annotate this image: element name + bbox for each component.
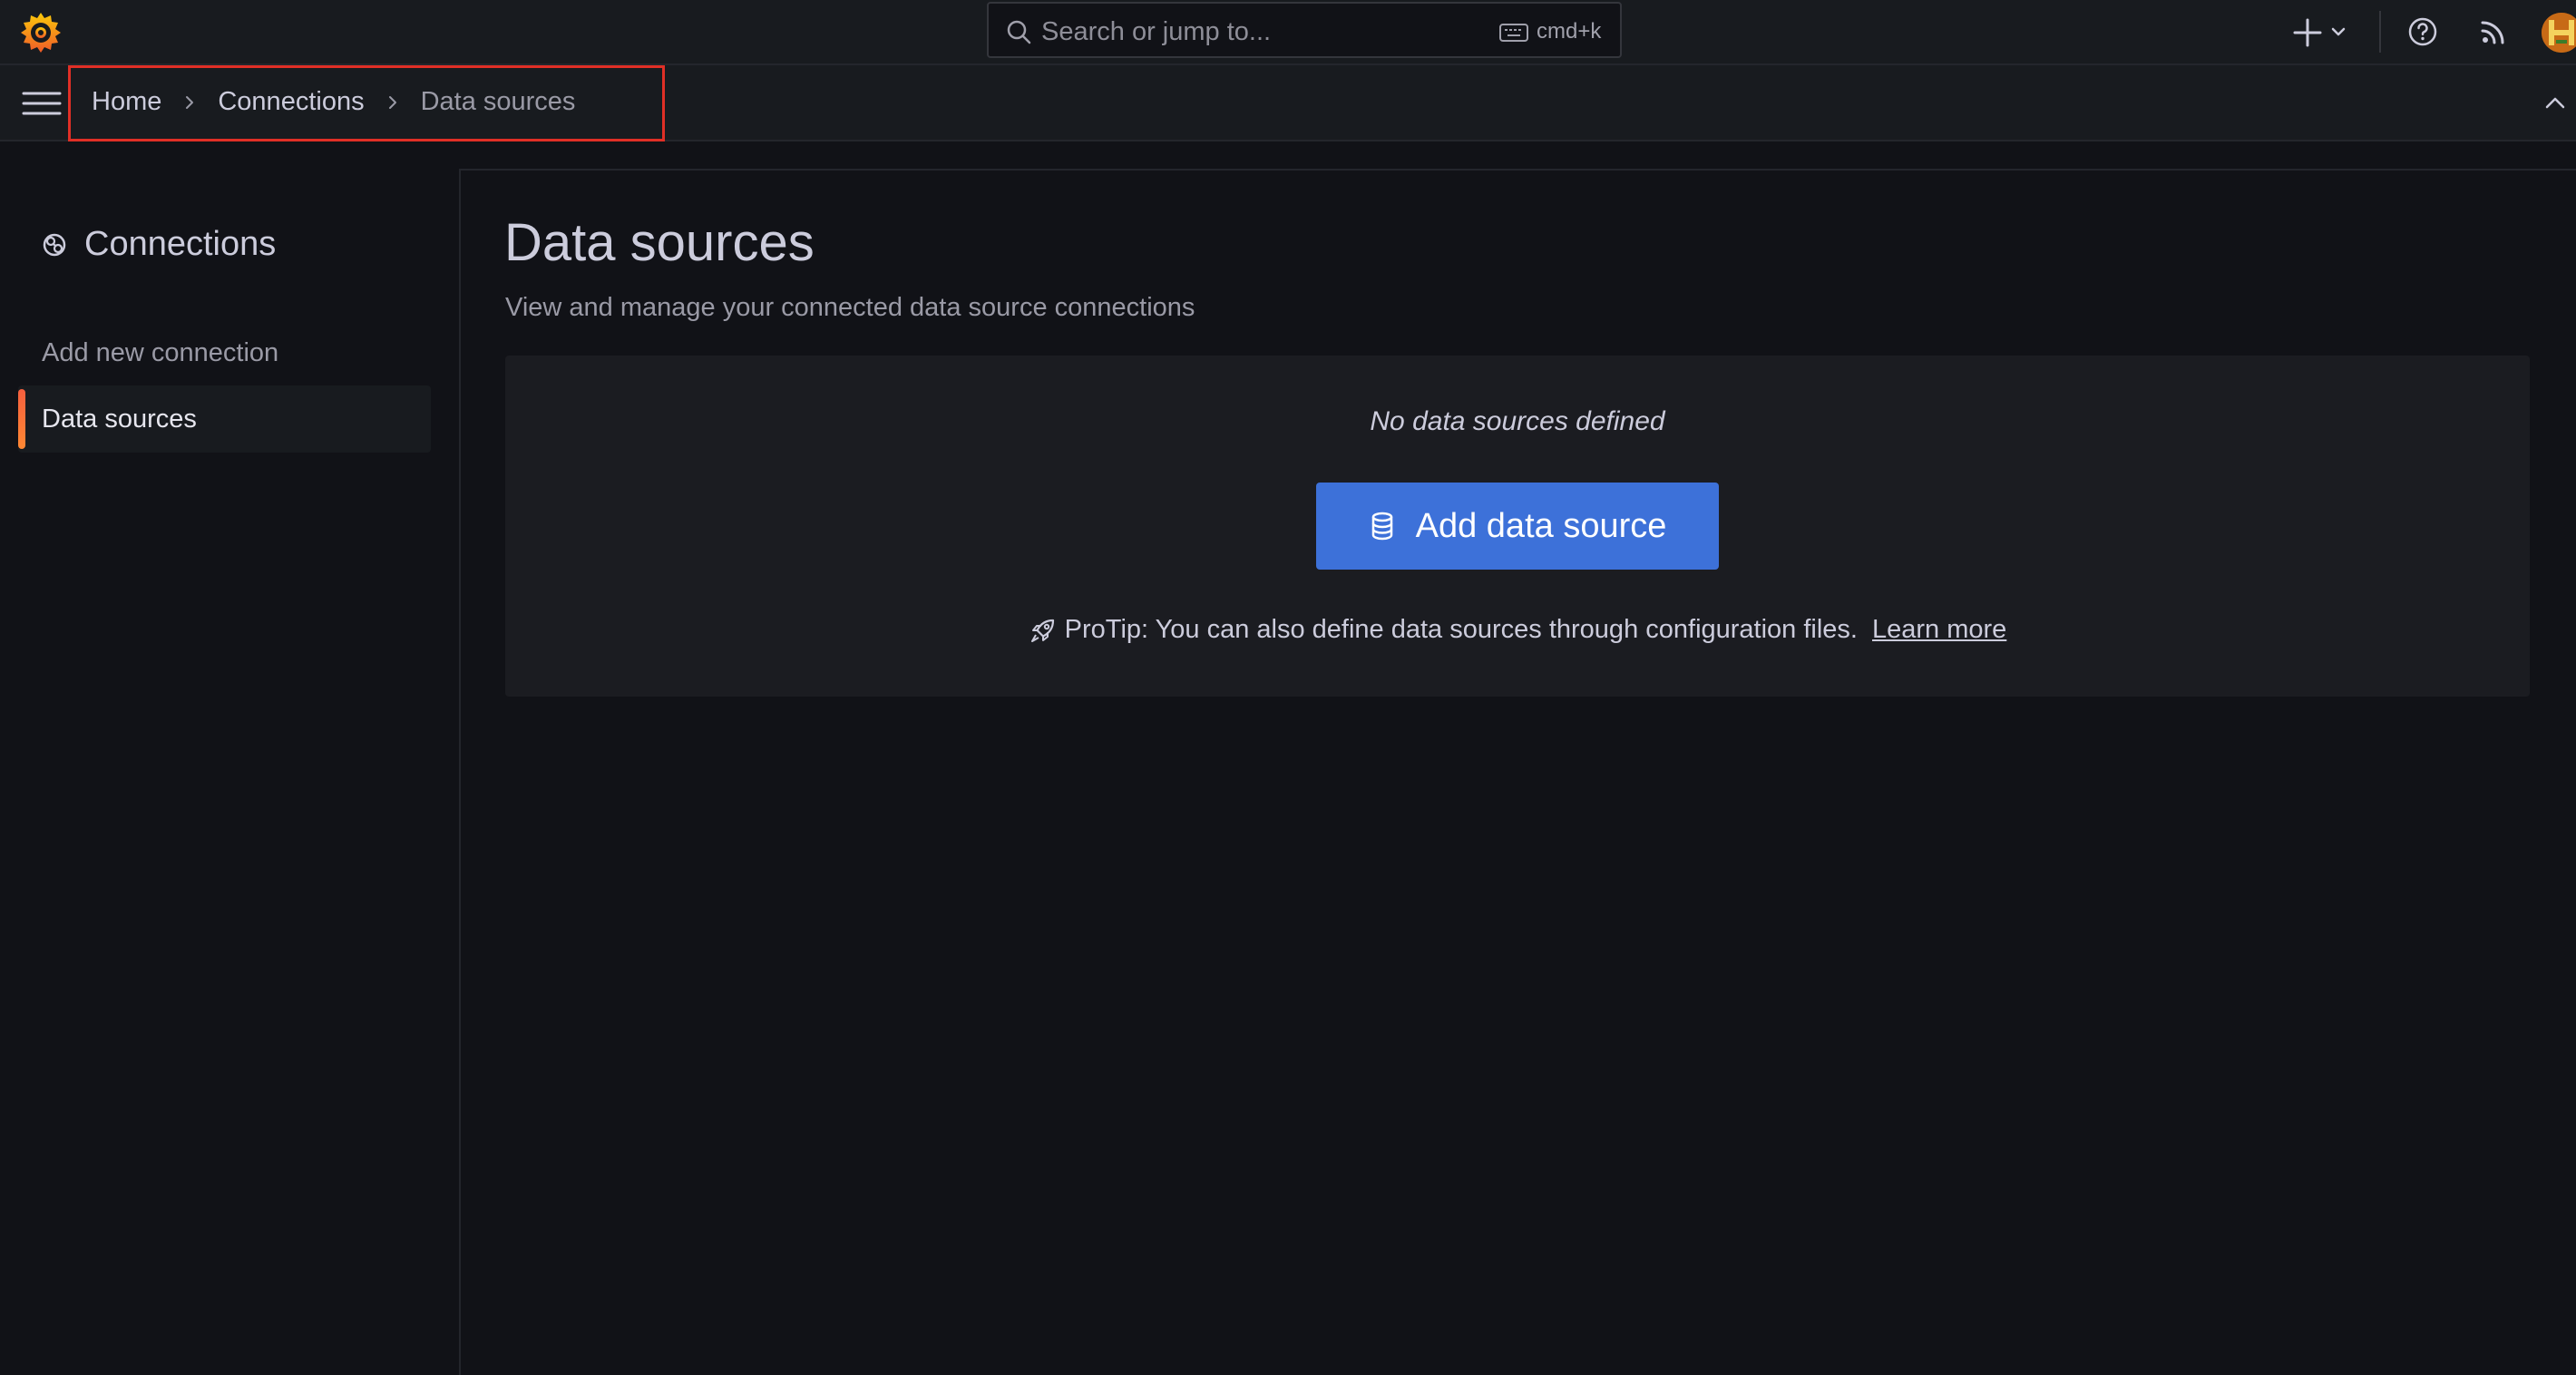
- protip: ProTip: You can also define data sources…: [505, 615, 2530, 645]
- chevron-down-icon: [2331, 27, 2346, 36]
- menu-icon[interactable]: [22, 89, 62, 118]
- breadcrumb-home[interactable]: Home: [92, 87, 161, 117]
- user-avatar[interactable]: [2542, 13, 2576, 53]
- new-menu-button[interactable]: [2293, 13, 2358, 53]
- chevron-up-icon[interactable]: [2542, 93, 2569, 114]
- main-content: Data sources View and manage your connec…: [459, 169, 2576, 1375]
- active-indicator: [18, 389, 25, 449]
- sidebar-title: Connections: [84, 225, 277, 263]
- search-placeholder: Search or jump to...: [1041, 17, 1272, 46]
- rss-icon[interactable]: [2475, 14, 2512, 50]
- grafana-logo-icon[interactable]: [18, 10, 63, 55]
- protip-text: ProTip: You can also define data sources…: [1064, 615, 1858, 644]
- chevron-right-icon: [388, 95, 396, 109]
- sidebar-item-data-sources[interactable]: Data sources: [18, 385, 431, 453]
- add-data-source-button[interactable]: Add data source: [1316, 483, 1719, 570]
- page-title: Data sources: [504, 213, 815, 272]
- help-icon[interactable]: [2405, 14, 2441, 50]
- breadcrumb: Home Connections Data sources: [92, 87, 575, 117]
- plus-icon: [2293, 18, 2322, 47]
- empty-state-message: No data sources defined: [1370, 406, 1665, 436]
- breadcrumb-bar: Home Connections Data sources: [0, 65, 2576, 141]
- add-data-source-label: Add data source: [1415, 506, 1667, 545]
- learn-more-link[interactable]: Learn more: [1872, 615, 2006, 645]
- toolbar-divider: [2379, 11, 2381, 53]
- section-sidebar: Connections Add new connection Data sour…: [0, 141, 454, 1375]
- search-shortcut: cmd+k: [1537, 19, 1602, 44]
- page-subtitle: View and manage your connected data sour…: [505, 293, 1195, 322]
- top-navbar: Search or jump to... cmd+k: [0, 0, 2576, 65]
- connections-icon: [40, 230, 69, 259]
- empty-state-panel: No data sources defined Add data source: [505, 356, 2530, 697]
- sidebar-item-label: Add new connection: [42, 338, 279, 367]
- search-icon: [1005, 18, 1032, 45]
- database-icon: [1369, 511, 1396, 541]
- chevron-right-icon: [186, 95, 194, 109]
- rocket-icon: [1029, 616, 1058, 645]
- sidebar-item-add-new-connection[interactable]: Add new connection: [18, 319, 431, 386]
- breadcrumb-data-sources: Data sources: [420, 87, 576, 116]
- search-input[interactable]: Search or jump to... cmd+k: [987, 2, 1622, 58]
- keyboard-icon: [1498, 22, 1529, 44]
- sidebar-item-label: Data sources: [42, 405, 197, 434]
- breadcrumb-connections[interactable]: Connections: [218, 87, 364, 117]
